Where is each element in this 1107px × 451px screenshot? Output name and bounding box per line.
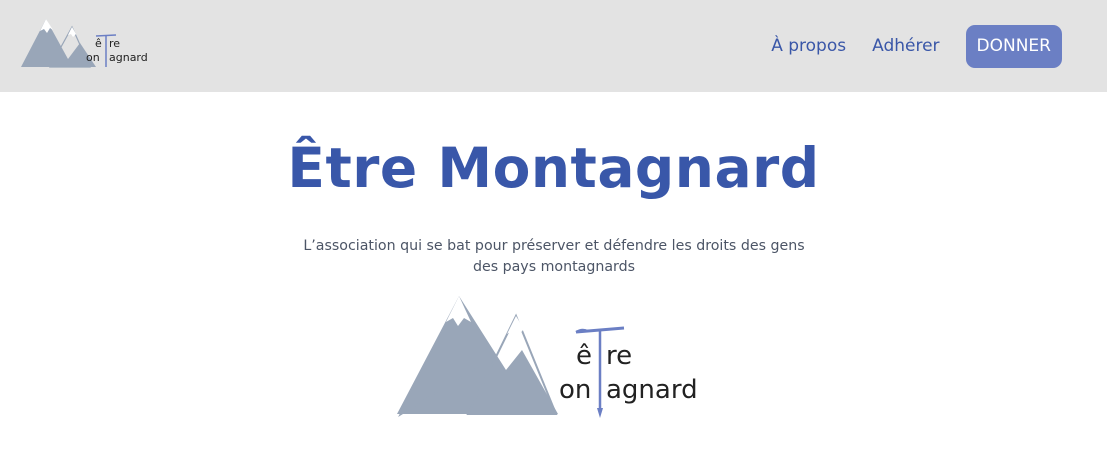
navbar: ê re on agnard À propos Adhérer DONNER <box>0 0 1107 92</box>
svg-text:agnard: agnard <box>109 51 148 64</box>
nav-links: À propos Adhérer DONNER <box>771 24 1062 68</box>
hero-subtitle: L’association qui se bat pour préserver … <box>303 238 805 275</box>
hero-logo: ê re on agnard <box>396 294 716 418</box>
svg-text:re: re <box>109 37 120 50</box>
svg-text:on: on <box>86 51 100 64</box>
svg-text:ê: ê <box>95 37 102 50</box>
svg-text:agnard: agnard <box>606 375 698 405</box>
mountain-logo-icon: ê re on agnard <box>21 19 148 68</box>
svg-text:on: on <box>559 375 591 405</box>
mountain-logo-icon: ê re on agnard <box>397 296 698 418</box>
page-title: Être Montagnard <box>287 136 820 200</box>
site-logo[interactable]: ê re on agnard <box>20 17 155 69</box>
nav-link-adherer[interactable]: Adhérer <box>872 36 939 56</box>
svg-text:re: re <box>606 341 632 371</box>
nav-link-a-propos[interactable]: À propos <box>771 36 846 56</box>
donate-button[interactable]: DONNER <box>965 24 1062 68</box>
svg-text:ê: ê <box>576 341 592 371</box>
